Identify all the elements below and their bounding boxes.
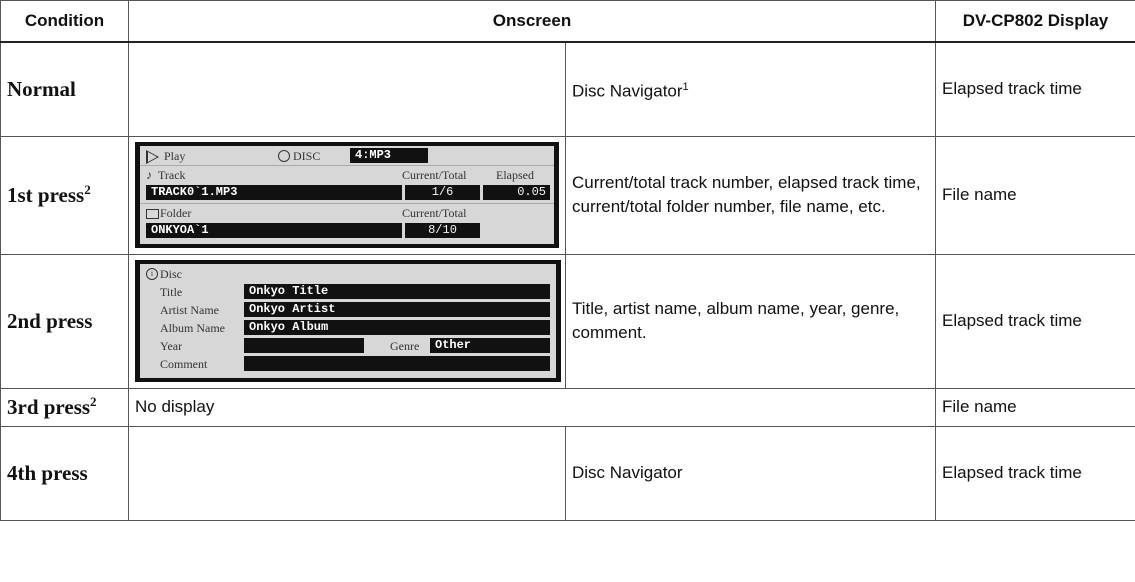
disc-label: Disc: [160, 267, 182, 281]
condition-label: 4th press: [7, 460, 88, 485]
display-modes-table: Condition Onscreen DV-CP802 Display Norm…: [0, 0, 1135, 521]
display-cell: Elapsed track time: [935, 253, 1135, 389]
track-count: 1/6: [405, 185, 480, 200]
display-cell: File name: [935, 135, 1135, 255]
onscreen-description-cell: No display: [128, 387, 936, 427]
elapsed-label: Elapsed: [496, 168, 534, 182]
artist-value: Onkyo Artist: [244, 302, 550, 317]
comment-label: Comment: [160, 357, 208, 371]
display-text: File name: [942, 397, 1017, 416]
table-row: Normal Disc Navigator1 Elapsed track tim…: [0, 41, 1135, 137]
condition-cell: Normal: [0, 41, 129, 137]
condition-cell: 4th press: [0, 425, 129, 521]
elapsed-value: 0.05: [483, 185, 550, 200]
table-row: 1st press2 Play DISC 4:MP3 ♪ Track Curre…: [0, 135, 1135, 255]
footnote-marker: 2: [84, 182, 91, 197]
folder-current-total-label: Current/Total: [402, 206, 467, 220]
current-total-label: Current/Total: [402, 168, 467, 182]
music-note-icon: ♪: [146, 168, 152, 182]
artist-label: Artist Name: [160, 303, 219, 317]
display-text: File name: [942, 185, 1017, 204]
condition-cell: 1st press2: [0, 135, 129, 255]
header-display: DV-CP802 Display: [935, 0, 1135, 43]
onscreen-image-cell: [128, 425, 566, 521]
header-condition: Condition: [0, 0, 129, 43]
title-value: Onkyo Title: [244, 284, 550, 299]
condition-label: 1st press: [7, 183, 85, 207]
display-text: Elapsed track time: [942, 79, 1082, 99]
description-text: Current/total track number, elapsed trac…: [572, 173, 921, 216]
osd-disc-info-screen: i Disc Title Onkyo Title Artist Name Onk…: [135, 260, 561, 382]
onscreen-description-cell: Title, artist name, album name, year, ge…: [565, 253, 936, 389]
header-onscreen: Onscreen: [128, 0, 936, 43]
description-text: Disc Navigator: [572, 81, 683, 101]
folder-count: 8/10: [405, 223, 480, 238]
condition-label: 3rd press: [7, 395, 91, 419]
track-label: Track: [158, 168, 186, 182]
play-icon: [146, 150, 159, 164]
table-row: 3rd press2 No display File name: [0, 387, 1135, 427]
album-label: Album Name: [160, 321, 225, 335]
condition-label: 2nd press: [7, 308, 93, 333]
onscreen-description-cell: Disc Navigator1: [565, 41, 936, 137]
onscreen-image-cell: i Disc Title Onkyo Title Artist Name Onk…: [128, 253, 566, 389]
disc-value: 4:MP3: [350, 148, 428, 163]
condition-cell: 2nd press: [0, 253, 129, 389]
genre-label: Genre: [390, 339, 420, 353]
folder-name: ONKYOA`1: [146, 223, 402, 238]
title-label: Title: [160, 285, 183, 299]
table-row: 2nd press i Disc Title Onkyo Title Artis…: [0, 253, 1135, 389]
header-row: Condition Onscreen DV-CP802 Display: [0, 0, 1135, 43]
disc-icon: [278, 150, 290, 162]
footnote-marker: 2: [90, 394, 97, 409]
footnote-marker: 1: [682, 80, 689, 93]
description-text: No display: [135, 397, 215, 416]
folder-icon: [146, 209, 159, 219]
disc-label: DISC: [293, 149, 321, 163]
description-text: Disc Navigator: [572, 463, 683, 482]
onscreen-image-cell: [128, 41, 566, 137]
display-cell: File name: [935, 387, 1135, 427]
display-cell: Elapsed track time: [935, 41, 1135, 137]
table-row: 4th press Disc Navigator Elapsed track t…: [0, 425, 1135, 521]
onscreen-description-cell: Current/total track number, elapsed trac…: [565, 135, 936, 255]
info-icon: i: [146, 268, 158, 280]
comment-value: [244, 356, 550, 371]
condition-cell: 3rd press2: [0, 387, 129, 427]
folder-label: Folder: [160, 206, 192, 220]
onscreen-image-cell: Play DISC 4:MP3 ♪ Track Current/Total El…: [128, 135, 566, 255]
osd-file-info-screen: Play DISC 4:MP3 ♪ Track Current/Total El…: [135, 142, 559, 248]
track-file-name: TRACK0`1.MP3: [146, 185, 402, 200]
display-cell: Elapsed track time: [935, 425, 1135, 521]
display-text: Elapsed track time: [942, 463, 1082, 482]
display-text: Elapsed track time: [942, 311, 1082, 330]
description-text: Title, artist name, album name, year, ge…: [572, 299, 900, 342]
album-value: Onkyo Album: [244, 320, 550, 335]
year-label: Year: [160, 339, 183, 353]
year-value: [244, 338, 364, 353]
onscreen-description-cell: Disc Navigator: [565, 425, 936, 521]
play-label: Play: [164, 149, 186, 163]
condition-label: Normal: [7, 76, 76, 101]
genre-value: Other: [430, 338, 550, 353]
